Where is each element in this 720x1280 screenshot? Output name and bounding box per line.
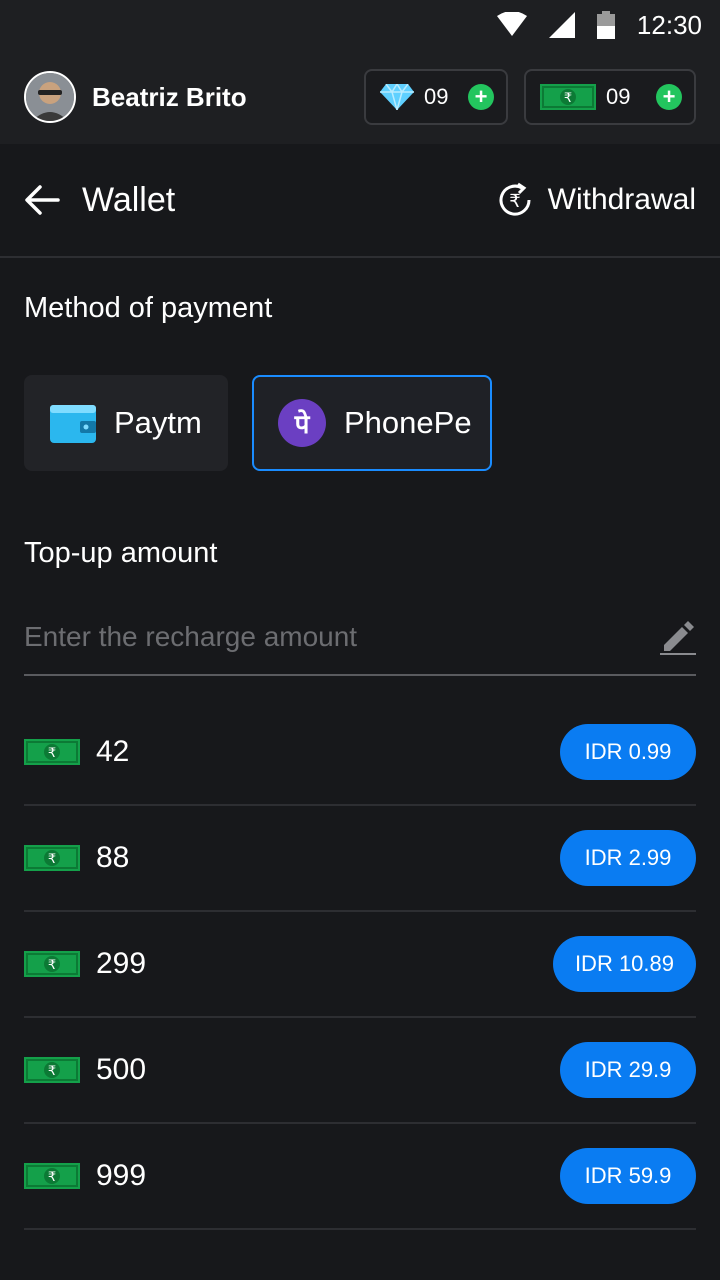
clock: 12:30	[636, 9, 702, 40]
diamond-icon	[380, 84, 414, 110]
package-amount: 88	[96, 841, 130, 874]
svg-text:₹: ₹	[48, 852, 56, 867]
cash-count: 09	[606, 84, 631, 109]
withdrawal-button[interactable]: ₹ Withdrawal	[496, 181, 696, 219]
avatar[interactable]	[24, 71, 76, 123]
status-bar: 12:30	[0, 0, 720, 50]
package-price-button[interactable]: IDR 59.9	[560, 1148, 696, 1204]
phonepe-logo-icon: पे	[278, 399, 326, 447]
add-gems-icon[interactable]: +	[468, 84, 494, 110]
svg-text:₹: ₹	[509, 191, 520, 212]
user-bar: Beatriz Brito 09 + ₹ 09 +	[0, 50, 720, 144]
paytm-label: Paytm	[114, 405, 202, 440]
cash-icon: ₹	[24, 1163, 80, 1189]
package-price-button[interactable]: IDR 10.89	[552, 936, 696, 992]
gem-count: 09	[424, 84, 449, 109]
package-amount: 999	[96, 1159, 147, 1192]
topup-package-row[interactable]: ₹ 42 IDR 0.99	[24, 700, 696, 806]
topup-package-row[interactable]: ₹ 299 IDR 10.89	[24, 912, 696, 1018]
package-price-button[interactable]: IDR 29.9	[560, 1042, 696, 1098]
svg-text:₹: ₹	[48, 746, 56, 761]
package-amount: 42	[96, 735, 130, 768]
gem-balance[interactable]: 09 +	[364, 69, 508, 125]
paytm-option[interactable]: Paytm	[24, 375, 228, 471]
signal-icon	[548, 12, 575, 38]
cash-icon: ₹	[24, 951, 80, 977]
wifi-icon	[496, 12, 527, 36]
topup-amount-label: Top-up amount	[24, 537, 218, 569]
recharge-amount-input[interactable]	[24, 621, 660, 653]
topup-package-list: ₹ 42 IDR 0.99 ₹ 88 IDR 2.99 ₹ 299 IDR 10…	[0, 700, 720, 1230]
svg-text:₹: ₹	[48, 1170, 56, 1185]
topup-package-row[interactable]: ₹ 88 IDR 2.99	[24, 806, 696, 912]
edit-pencil-icon[interactable]	[660, 619, 696, 655]
cash-icon: ₹	[24, 739, 80, 765]
battery-icon	[596, 11, 615, 39]
wallet-icon	[50, 405, 96, 443]
payment-method-label: Method of payment	[24, 292, 273, 324]
topup-package-row[interactable]: ₹ 500 IDR 29.9	[24, 1018, 696, 1124]
package-price-button[interactable]: IDR 0.99	[560, 724, 696, 780]
back-arrow-icon[interactable]	[24, 185, 60, 215]
rupee-refresh-icon: ₹	[499, 182, 531, 216]
svg-text:₹: ₹	[564, 91, 572, 106]
phonepe-option[interactable]: पे PhonePe	[252, 375, 492, 471]
cash-icon: ₹	[540, 84, 596, 110]
topup-package-row[interactable]: ₹ 999 IDR 59.9	[24, 1124, 696, 1230]
page-header: Wallet ₹ Withdrawal	[0, 144, 720, 258]
cash-balance[interactable]: ₹ 09 +	[524, 69, 696, 125]
svg-text:₹: ₹	[48, 958, 56, 973]
cash-icon: ₹	[24, 1057, 80, 1083]
username: Beatriz Brito	[92, 81, 247, 112]
payment-methods: Paytm पे PhonePe	[0, 375, 720, 471]
package-price-button[interactable]: IDR 2.99	[560, 830, 696, 886]
page-title: Wallet	[82, 180, 176, 219]
phonepe-label: PhonePe	[344, 405, 472, 440]
recharge-amount-field	[24, 600, 696, 676]
package-amount: 500	[96, 1053, 147, 1086]
withdrawal-label: Withdrawal	[547, 183, 696, 216]
svg-text:₹: ₹	[48, 1064, 56, 1079]
add-cash-icon[interactable]: +	[656, 84, 682, 110]
cash-icon: ₹	[24, 845, 80, 871]
package-amount: 299	[96, 947, 147, 980]
